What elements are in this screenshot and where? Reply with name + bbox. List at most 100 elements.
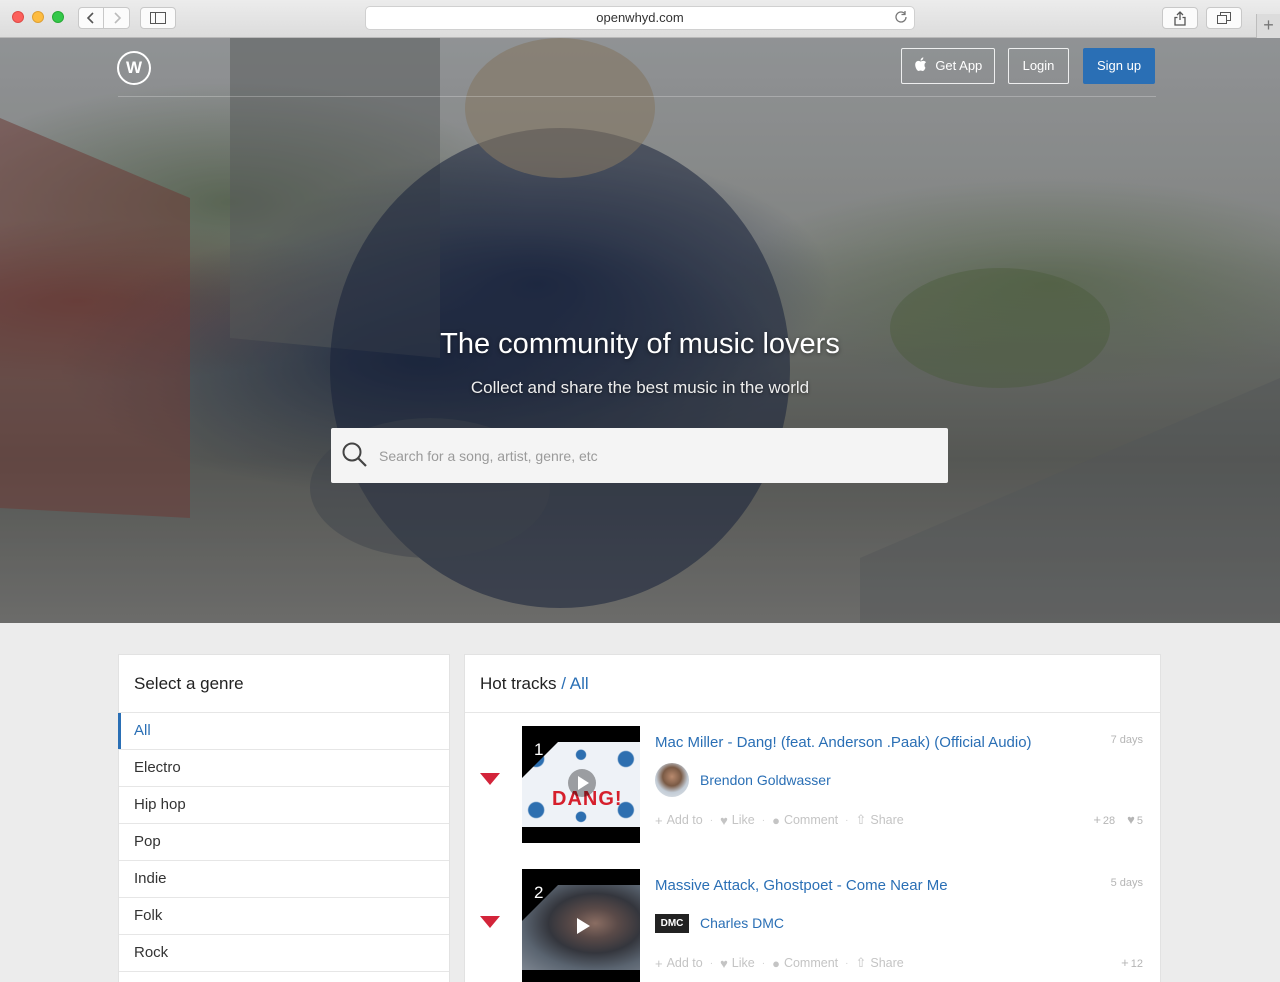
share-label: Share [870,956,904,970]
rank-corner [522,726,574,778]
address-bar[interactable]: openwhyd.com [365,6,915,30]
separator-dot: · [761,957,766,969]
separator-dot: · [709,957,714,969]
sidebar-icon [150,12,166,24]
adds-count-value: 12 [1130,958,1143,970]
separator-dot: · [761,814,766,826]
track-age: 5 days [1110,877,1143,889]
hot-tracks-filter-label[interactable]: / All [557,674,588,693]
likes-count-value: 5 [1136,815,1143,827]
avatar-text: DMC [654,913,690,933]
track-rank: 1 [534,740,544,759]
hot-tracks-title: Hot tracks / All [465,655,1160,713]
chevron-right-icon [113,12,121,24]
track-age: 7 days [1110,734,1143,746]
play-icon[interactable] [568,769,596,797]
share-track-button[interactable]: ⇧ Share [855,812,903,828]
plus-icon: + [1093,812,1101,827]
rank-corner [522,869,574,921]
share-button[interactable] [1162,7,1198,29]
plus-icon: + [1263,15,1274,35]
avatar[interactable]: DMC [654,906,690,940]
hero-title: The community of music lovers [440,328,840,360]
get-app-button[interactable]: Get App [901,48,995,84]
track-rank: 2 [534,883,544,902]
track-actions: + Add to · ♥ Like · ● Comment · ⇧ Share [655,955,904,971]
track-poster[interactable]: Brendon Goldwasser [655,763,831,797]
genre-item-indie[interactable]: Indie [119,861,449,898]
genre-item-electro[interactable]: Electro [119,750,449,787]
new-tab-button[interactable]: + [1256,14,1280,38]
likes-count: ♥ 5 [1127,812,1143,827]
track-item: 2 Massive Attack, Ghostpoet - Come Near … [465,869,1162,982]
track-stats: +28 ♥ 5 [1093,812,1143,827]
tabs-icon [1217,12,1231,24]
close-window-button[interactable] [12,11,24,23]
play-icon[interactable] [568,912,596,940]
comment-label: Comment [783,956,839,970]
comment-button[interactable]: ● Comment [772,813,838,828]
genre-item-folk[interactable]: Folk [119,898,449,935]
adds-count-value: 28 [1102,815,1116,827]
genre-item-hip-hop[interactable]: Hip hop [119,787,449,824]
chevron-left-icon [86,12,94,24]
plus-icon: + [1121,955,1129,970]
track-thumbnail[interactable]: DANG! 1 [522,726,640,843]
logo-letter: W [125,58,143,77]
share-icon [1174,10,1186,26]
signup-button[interactable]: Sign up [1083,48,1155,84]
share-track-button[interactable]: ⇧ Share [855,955,903,971]
track-stats: +12 [1121,955,1143,970]
genre-item-rock[interactable]: Rock [119,935,449,972]
show-tabs-button[interactable] [1206,7,1242,29]
add-to-label: Add to [666,956,703,970]
heart-icon: ♥ [720,812,728,828]
track-title[interactable]: Mac Miller - Dang! (feat. Anderson .Paak… [655,734,1032,751]
poster-name[interactable]: Brendon Goldwasser [700,772,831,788]
poster-name[interactable]: Charles DMC [700,915,784,931]
browser-toolbar: openwhyd.com + [0,0,1280,38]
track-thumbnail[interactable]: 2 [522,869,640,982]
signup-label: Sign up [1096,58,1142,73]
comment-button[interactable]: ● Comment [772,956,838,971]
genre-panel-title: Select a genre [119,655,449,713]
back-button[interactable] [78,7,104,29]
rank-arrow-icon [480,773,500,785]
genre-item-pop[interactable]: Pop [119,824,449,861]
track-poster[interactable]: DMC Charles DMC [654,906,784,940]
like-button[interactable]: ♥ Like [720,813,755,828]
share-label: Share [870,813,904,827]
genre-panel: Select a genre All Electro Hip hop Pop I… [118,654,450,982]
comment-icon: ● [772,955,780,971]
like-label: Like [731,813,755,827]
comment-icon: ● [772,812,780,828]
address-url: openwhyd.com [596,10,684,25]
separator-dot: · [845,957,849,969]
adds-count: +28 [1093,812,1115,827]
add-to-button[interactable]: + Add to [655,956,703,971]
minimize-window-button[interactable] [32,11,44,23]
login-button[interactable]: Login [1008,48,1069,84]
share-icon: ⇧ [855,955,867,970]
zoom-window-button[interactable] [52,11,64,23]
forward-button[interactable] [104,7,130,29]
openwhyd-logo[interactable]: W [117,51,151,85]
get-app-label: Get App [935,58,983,73]
like-label: Like [731,956,755,970]
search-input[interactable] [379,428,939,483]
reload-icon[interactable] [894,10,908,24]
track-title[interactable]: Massive Attack, Ghostpoet - Come Near Me [655,877,948,894]
search-icon [342,442,367,467]
track-item: DANG! 1 Mac Miller - Dang! (feat. Anders… [465,726,1162,846]
hot-tracks-label: Hot tracks [480,674,557,693]
like-button[interactable]: ♥ Like [720,956,755,971]
rank-arrow-icon [480,916,500,928]
sidebar-toggle-button[interactable] [140,7,176,29]
plus-icon: + [655,812,663,828]
add-to-button[interactable]: + Add to [655,813,703,828]
search-box[interactable] [331,428,948,483]
heart-icon: ♥ [1127,812,1135,827]
share-icon: ⇧ [855,812,867,827]
avatar[interactable] [655,763,689,797]
genre-item-all[interactable]: All [118,713,449,750]
